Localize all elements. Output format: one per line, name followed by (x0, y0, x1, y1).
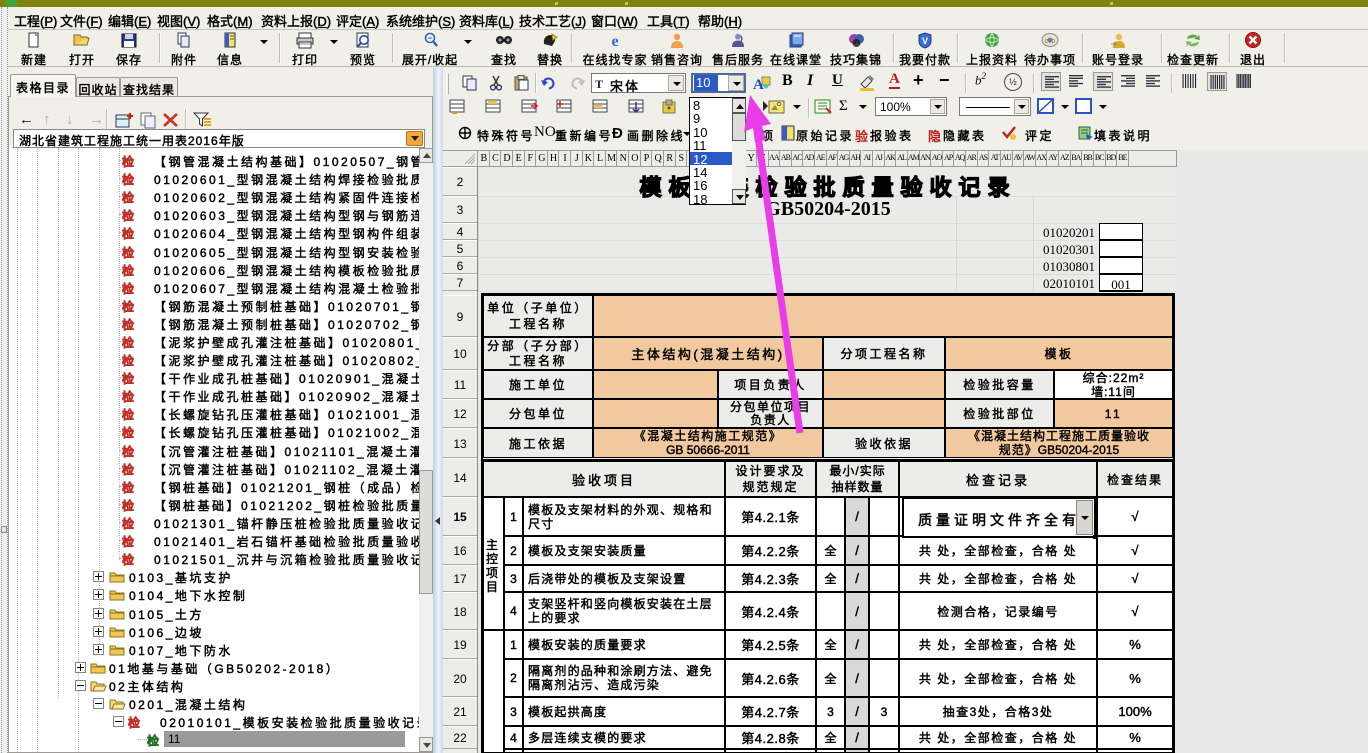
svg-text:V: V (922, 36, 928, 46)
svg-text:½: ½ (1009, 77, 1017, 87)
svg-text:T: T (595, 77, 603, 90)
svg-text:DVD: DVD (1045, 39, 1056, 45)
svg-text:e: e (611, 33, 618, 49)
